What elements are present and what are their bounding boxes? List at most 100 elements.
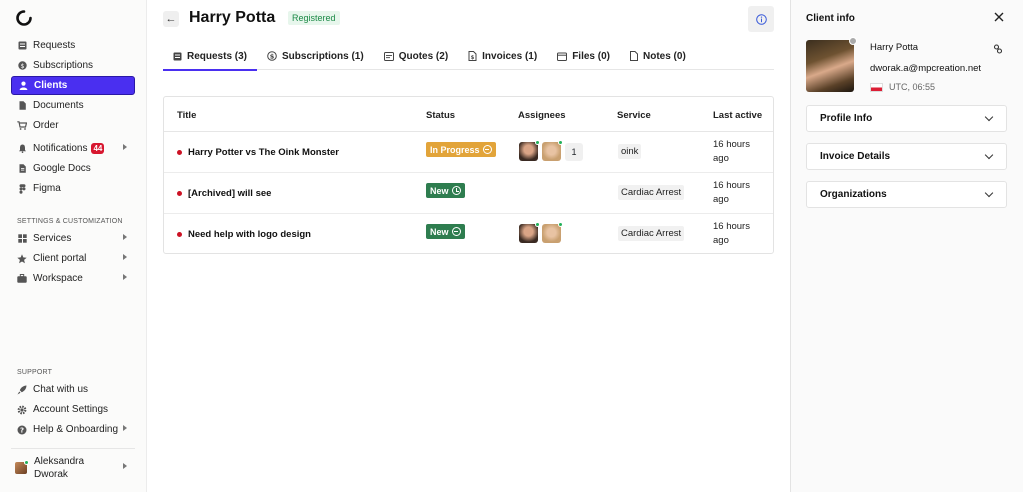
request-title[interactable]: Harry Potter vs The Oink Monster bbox=[177, 147, 339, 158]
star-icon bbox=[17, 253, 27, 264]
chevron-right-icon bbox=[123, 254, 127, 260]
request-title[interactable]: Need help with logo design bbox=[177, 229, 311, 240]
rocket-icon bbox=[17, 385, 27, 395]
tab-label: Subscriptions (1) bbox=[282, 50, 364, 62]
status-pill[interactable]: New bbox=[426, 224, 465, 239]
tab-quotes[interactable]: Quotes (2) bbox=[374, 42, 458, 70]
settings-section-title: SETTINGS & CUSTOMIZATION bbox=[17, 218, 123, 225]
sidebar-item-order[interactable]: Order bbox=[11, 116, 135, 135]
minus-circle-icon bbox=[451, 227, 461, 236]
sidebar-item-clients[interactable]: Clients bbox=[11, 76, 135, 95]
request-title[interactable]: [Archived] will see bbox=[177, 188, 271, 199]
tab-invoices[interactable]: $ Invoices (1) bbox=[458, 42, 547, 70]
dollar-icon: $ bbox=[17, 61, 27, 71]
svg-text:$: $ bbox=[471, 55, 475, 61]
sidebar-item-documents[interactable]: Documents bbox=[11, 96, 135, 115]
profile-info-accordion[interactable]: Profile Info bbox=[806, 105, 1007, 132]
online-indicator bbox=[24, 459, 29, 465]
sidebar-item-google-docs[interactable]: Google Docs bbox=[11, 159, 135, 178]
info-button[interactable] bbox=[748, 6, 774, 32]
sidebar-item-label: Help & Onboarding bbox=[33, 424, 119, 435]
service-tag: oink bbox=[618, 144, 642, 159]
status-pill[interactable]: In Progress bbox=[426, 142, 496, 157]
info-icon bbox=[755, 13, 767, 25]
sidebar-item-label: Notifications bbox=[33, 143, 88, 154]
table-header: Title Status Assignees Service Last acti… bbox=[164, 97, 773, 132]
svg-text:?: ? bbox=[20, 426, 24, 434]
note-icon bbox=[629, 51, 638, 61]
column-header-assignees[interactable]: Assignees bbox=[518, 110, 566, 121]
last-active-time: 16 hours ago bbox=[713, 221, 750, 246]
clock-icon bbox=[451, 186, 461, 195]
avatar[interactable] bbox=[519, 140, 540, 161]
tab-label: Files (0) bbox=[572, 50, 610, 62]
sidebar-item-label: Order bbox=[33, 120, 59, 131]
column-header-title[interactable]: Title bbox=[177, 110, 196, 121]
sidebar-item-services[interactable]: Services bbox=[11, 229, 135, 248]
chevron-right-icon bbox=[123, 425, 127, 431]
document-icon bbox=[17, 101, 27, 111]
tab-subscriptions[interactable]: $ Subscriptions (1) bbox=[257, 42, 374, 70]
quote-icon bbox=[383, 51, 394, 61]
column-header-status[interactable]: Status bbox=[426, 110, 455, 121]
bell-icon bbox=[17, 144, 27, 154]
sidebar-item-notifications[interactable]: Notifications 44 bbox=[11, 139, 135, 158]
user-menu[interactable]: Aleksandra Dworak bbox=[11, 448, 135, 482]
requests-icon bbox=[173, 52, 182, 61]
avatar[interactable] bbox=[542, 222, 563, 243]
clients-icon bbox=[18, 81, 28, 91]
tab-label: Invoices (1) bbox=[482, 50, 538, 62]
assignees-more-count[interactable]: 1 bbox=[565, 142, 583, 161]
google-docs-icon bbox=[17, 164, 27, 174]
minus-circle-icon bbox=[482, 145, 492, 154]
table-row[interactable]: [Archived] will see New Cardiac Arrest 1… bbox=[164, 173, 773, 214]
status-text: In Progress bbox=[430, 144, 480, 155]
client-email[interactable]: dworak.a@mpcreation.net bbox=[870, 63, 981, 74]
requests-table: Title Status Assignees Service Last acti… bbox=[163, 96, 774, 254]
column-header-last-active[interactable]: Last active bbox=[713, 110, 762, 121]
sidebar-item-requests[interactable]: Requests bbox=[11, 36, 135, 55]
sidebar-item-workspace[interactable]: Workspace bbox=[11, 269, 135, 288]
main-content: ← Harry Potta Registered Requests (3) $ … bbox=[148, 0, 790, 492]
cart-icon bbox=[17, 121, 27, 131]
last-active-time: 16 hours ago bbox=[713, 139, 750, 164]
briefcase-icon bbox=[17, 274, 27, 284]
tab-files[interactable]: Files (0) bbox=[547, 42, 620, 70]
app-logo-icon[interactable] bbox=[15, 9, 33, 27]
figma-icon bbox=[17, 183, 27, 194]
poland-flag-icon bbox=[870, 82, 883, 92]
table-row[interactable]: Need help with logo design New Cardiac A… bbox=[164, 214, 773, 255]
sidebar-item-figma[interactable]: Figma bbox=[11, 179, 135, 198]
main-nav: Requests $ Subscriptions Clients Documen… bbox=[11, 36, 135, 136]
sidebar-item-client-portal[interactable]: Client portal bbox=[11, 249, 135, 268]
status-pill[interactable]: New bbox=[426, 183, 465, 198]
support-nav: Chat with us Account Settings ? Help & O… bbox=[11, 380, 135, 440]
tab-notes[interactable]: Notes (0) bbox=[620, 42, 696, 70]
tab-requests[interactable]: Requests (3) bbox=[163, 42, 258, 71]
invoice-details-accordion[interactable]: Invoice Details bbox=[806, 143, 1007, 170]
avatar bbox=[15, 459, 29, 474]
folder-icon bbox=[557, 52, 568, 61]
back-button[interactable]: ← bbox=[163, 11, 179, 27]
column-header-service[interactable]: Service bbox=[617, 110, 651, 121]
table-row[interactable]: Harry Potter vs The Oink Monster In Prog… bbox=[164, 132, 773, 173]
accordion-label: Organizations bbox=[820, 189, 887, 200]
sidebar-item-label: Clients bbox=[34, 80, 68, 91]
accordion-label: Invoice Details bbox=[820, 151, 891, 162]
timezone-text: UTC, 06:55 bbox=[889, 82, 936, 92]
sidebar-item-account-settings[interactable]: Account Settings bbox=[11, 400, 135, 419]
close-icon[interactable] bbox=[994, 12, 1004, 22]
avatar[interactable] bbox=[519, 222, 540, 243]
sidebar-item-help[interactable]: ? Help & Onboarding bbox=[11, 420, 135, 439]
chevron-down-icon bbox=[984, 112, 994, 122]
priority-dot bbox=[177, 150, 182, 155]
sidebar-item-subscriptions[interactable]: $ Subscriptions bbox=[11, 56, 135, 75]
organizations-accordion[interactable]: Organizations bbox=[806, 181, 1007, 208]
chevron-right-icon bbox=[123, 463, 127, 469]
online-indicator bbox=[535, 140, 540, 145]
chevron-down-icon bbox=[984, 188, 994, 198]
sidebar-item-chat[interactable]: Chat with us bbox=[11, 380, 135, 399]
sidebar-item-label: Subscriptions bbox=[33, 60, 94, 71]
link-icon[interactable] bbox=[993, 44, 1003, 54]
avatar[interactable] bbox=[542, 140, 563, 161]
